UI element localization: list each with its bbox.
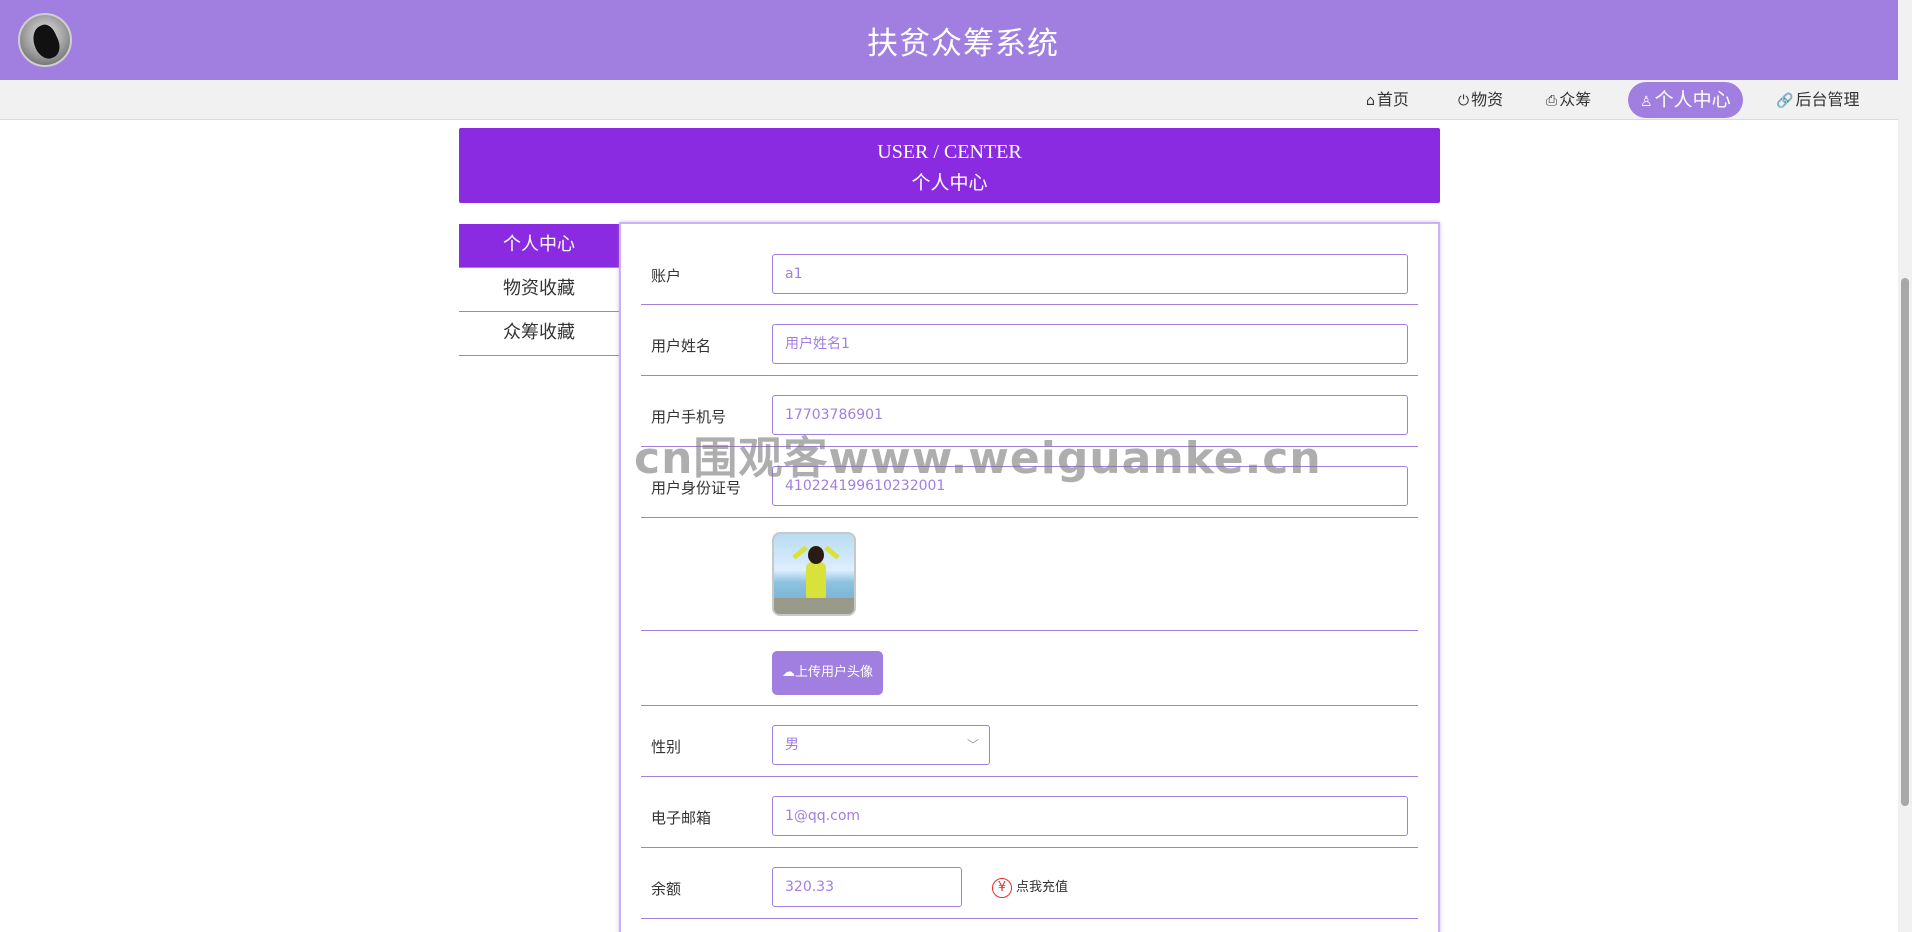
nav-item-crowdfunding[interactable]: ⎙ 众筹 (1546, 80, 1591, 120)
nav-label: 首页 (1376, 90, 1409, 109)
form-row-username: 用户姓名 用户姓名1 (641, 305, 1418, 376)
gender-label: 性别 (651, 738, 682, 756)
top-header: 扶贫众筹系统 (0, 0, 1898, 80)
yen-icon: ¥ (992, 877, 1012, 898)
power-icon: ⏻ (1458, 93, 1470, 109)
balance-label: 余额 (651, 880, 682, 898)
email-label: 电子邮箱 (651, 809, 712, 827)
nav-label: 个人中心 (1654, 89, 1731, 111)
upload-avatar-button[interactable]: ☁上传用户头像 (772, 651, 884, 695)
user-icon: ♙ (1640, 94, 1653, 110)
nav-item-materials[interactable]: ⏻ 物资 (1458, 80, 1503, 120)
form-row-gender: 性别 男 ﹀ (641, 706, 1418, 777)
user-avatar-image (772, 532, 856, 616)
banner-title-en: USER / CENTER (877, 141, 1022, 163)
user-form: 账户 a1 用户姓名 用户姓名1 用户手机号 17703786901 用户身份证… (619, 222, 1440, 932)
printer-icon: ⎙ (1546, 93, 1558, 109)
gender-select[interactable]: 男 ﹀ (772, 725, 990, 765)
nav-label: 众筹 (1559, 90, 1592, 109)
form-row-email: 电子邮箱 1@qq.com (641, 777, 1418, 848)
recharge-label: 点我充值 (1016, 880, 1069, 895)
page: 扶贫众筹系统 ⌂ 首页 ⏻ 物资 ⎙ 众筹 ♙ 个人中心 🔗 后台管理 USER / CE… (0, 0, 1912, 932)
nav-label: 后台管理 (1795, 90, 1860, 109)
username-label: 用户姓名 (651, 337, 712, 355)
side-item-material-favorites[interactable]: 物资收藏 (459, 268, 619, 312)
form-row-avatar (641, 518, 1418, 631)
banner-title-cn: 个人中心 (911, 172, 988, 194)
link-icon: 🔗 (1776, 93, 1794, 109)
username-input[interactable]: 用户姓名1 (772, 324, 1408, 364)
nav-item-user-center[interactable]: ♙ 个人中心 (1628, 82, 1743, 118)
nav-item-home[interactable]: ⌂ 首页 (1366, 80, 1409, 120)
side-item-user-center[interactable]: 个人中心 (459, 224, 619, 268)
nav-bar: ⌂ 首页 ⏻ 物资 ⎙ 众筹 ♙ 个人中心 🔗 后台管理 (0, 80, 1898, 120)
site-title: 扶贫众筹系统 (867, 26, 1059, 62)
nav-label: 物资 (1471, 90, 1504, 109)
account-label: 账户 (651, 267, 682, 285)
nav-item-admin[interactable]: 🔗 后台管理 (1776, 80, 1859, 120)
form-row-upload: ☁上传用户头像 (641, 631, 1418, 706)
chevron-down-icon: ﹀ (966, 738, 979, 752)
form-row-account: 账户 a1 (641, 224, 1418, 305)
email-input[interactable]: 1@qq.com (772, 796, 1408, 836)
account-input[interactable]: a1 (772, 254, 1408, 294)
cloud-upload-icon: ☁ (782, 665, 795, 680)
form-row-balance: 余额 320.33 ¥ 点我充值 (641, 848, 1418, 919)
upload-avatar-label: 上传用户头像 (795, 665, 874, 680)
side-menu: 个人中心 物资收藏 众筹收藏 (459, 224, 619, 356)
watermark-text: cn围观客www.weiguanke.cn (634, 433, 1322, 484)
home-icon: ⌂ (1366, 93, 1375, 109)
scrollbar-thumb[interactable] (1901, 278, 1909, 806)
balance-input[interactable]: 320.33 (772, 867, 962, 907)
recharge-link[interactable]: ¥ 点我充值 (992, 876, 1068, 898)
side-item-crowdfunding-favorites[interactable]: 众筹收藏 (459, 312, 619, 356)
gender-selected-value: 男 (785, 737, 799, 753)
section-banner: USER / CENTER 个人中心 (459, 128, 1440, 203)
